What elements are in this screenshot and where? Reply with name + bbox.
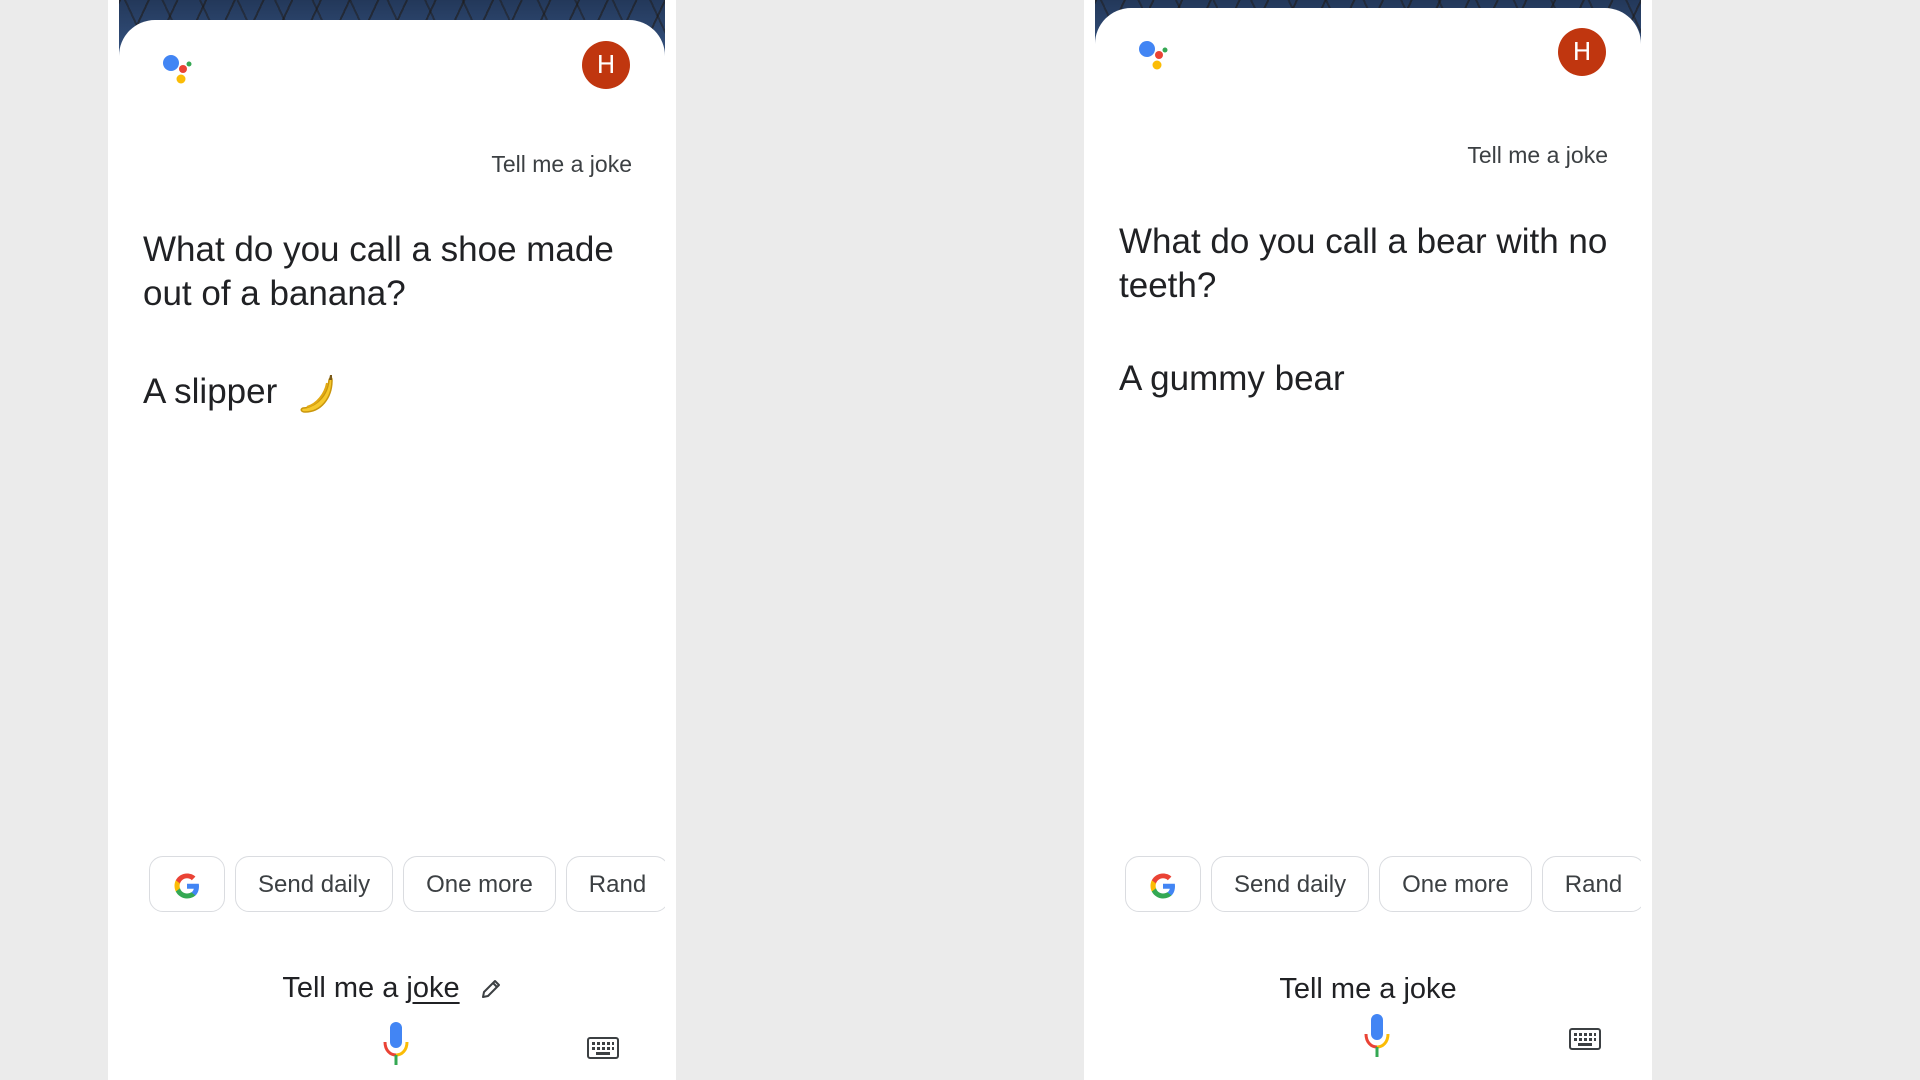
user-query-text: Tell me a joke: [491, 151, 632, 177]
microphone-icon[interactable]: [1363, 1014, 1391, 1058]
send-daily-chip[interactable]: Send daily: [235, 856, 394, 912]
input-text-prefix: Tell me a: [1279, 973, 1404, 1005]
assistant-sheet: H Tell me a joke What do you call a shoe…: [119, 20, 665, 1080]
pencil-icon[interactable]: [480, 978, 502, 1000]
send-daily-chip[interactable]: Send daily: [1211, 856, 1370, 912]
keyboard-icon[interactable]: [587, 1037, 619, 1059]
assistant-screen-right: H Tell me a joke What do you call a bear…: [1084, 0, 1652, 1080]
assistant-sheet: H Tell me a joke What do you call a bear…: [1095, 8, 1641, 1080]
avatar[interactable]: H: [582, 41, 630, 89]
one-more-chip[interactable]: One more: [1379, 856, 1532, 912]
google-search-chip[interactable]: [1125, 856, 1201, 912]
avatar[interactable]: H: [1558, 28, 1606, 76]
random-chip[interactable]: Rand: [1541, 856, 1641, 912]
keyboard-icon[interactable]: [1569, 1028, 1601, 1050]
one-more-chip[interactable]: One more: [403, 856, 556, 912]
user-query-text: Tell me a joke: [1467, 142, 1608, 168]
assistant-logo-icon: [163, 55, 192, 84]
assistant-logo-icon: [1139, 41, 1168, 70]
joke-question: What do you call a shoe made out of a ba…: [143, 230, 614, 313]
joke-question: What do you call a bear with no teeth?: [1119, 222, 1608, 305]
google-g-icon: [1150, 873, 1175, 899]
input-text-word: joke: [406, 972, 460, 1004]
google-search-chip[interactable]: [149, 856, 225, 912]
suggestion-chips: Send daily One more Rand: [1125, 856, 1641, 916]
input-transcript[interactable]: Tell me a joke: [119, 972, 665, 1005]
joke-answer-row: A slipper: [143, 372, 335, 414]
microphone-icon[interactable]: [382, 1022, 410, 1066]
input-transcript[interactable]: Tell me a joke: [1095, 973, 1641, 1006]
random-chip[interactable]: Rand: [565, 856, 665, 912]
input-text-word: joke: [1403, 973, 1457, 1005]
google-g-icon: [174, 873, 199, 899]
input-text-prefix: Tell me a: [282, 972, 407, 1004]
joke-answer: A slipper: [143, 372, 278, 411]
suggestion-chips: Send daily One more Rand: [149, 856, 665, 916]
assistant-screen-left: H Tell me a joke What do you call a shoe…: [108, 0, 676, 1080]
joke-answer: A gummy bear: [1119, 359, 1345, 398]
joke-answer-row: A gummy bear: [1119, 359, 1345, 399]
banana-icon: [300, 374, 333, 413]
